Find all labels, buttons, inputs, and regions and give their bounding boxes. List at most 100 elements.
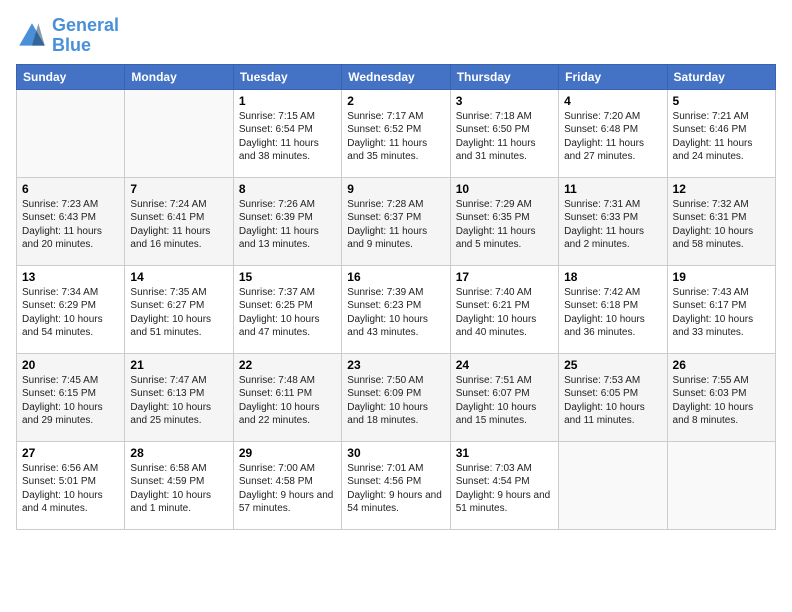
day-number: 12: [673, 182, 770, 196]
calendar-cell: 5 Sunrise: 7:21 AM Sunset: 6:46 PM Dayli…: [667, 89, 775, 177]
day-number: 23: [347, 358, 444, 372]
daylight-text: Daylight: 11 hours and 2 minutes.: [564, 225, 661, 252]
daylight-text: Daylight: 10 hours and 15 minutes.: [456, 401, 553, 428]
cell-content: Sunrise: 7:47 AM Sunset: 6:13 PM Dayligh…: [130, 374, 227, 428]
daylight-text: Daylight: 10 hours and 22 minutes.: [239, 401, 336, 428]
calendar-cell: 9 Sunrise: 7:28 AM Sunset: 6:37 PM Dayli…: [342, 177, 450, 265]
cell-content: Sunrise: 7:00 AM Sunset: 4:58 PM Dayligh…: [239, 462, 336, 516]
daylight-text: Daylight: 11 hours and 27 minutes.: [564, 137, 661, 164]
sunset-text: Sunset: 6:41 PM: [130, 211, 227, 225]
calendar-week-row: 6 Sunrise: 7:23 AM Sunset: 6:43 PM Dayli…: [17, 177, 776, 265]
day-header-friday: Friday: [559, 64, 667, 89]
calendar-cell: 13 Sunrise: 7:34 AM Sunset: 6:29 PM Dayl…: [17, 265, 125, 353]
cell-content: Sunrise: 7:42 AM Sunset: 6:18 PM Dayligh…: [564, 286, 661, 340]
sunrise-text: Sunrise: 7:55 AM: [673, 374, 770, 388]
cell-content: Sunrise: 7:53 AM Sunset: 6:05 PM Dayligh…: [564, 374, 661, 428]
calendar-cell: 12 Sunrise: 7:32 AM Sunset: 6:31 PM Dayl…: [667, 177, 775, 265]
daylight-text: Daylight: 10 hours and 54 minutes.: [22, 313, 119, 340]
cell-content: Sunrise: 6:58 AM Sunset: 4:59 PM Dayligh…: [130, 462, 227, 516]
day-number: 24: [456, 358, 553, 372]
sunset-text: Sunset: 6:15 PM: [22, 387, 119, 401]
calendar-cell: 31 Sunrise: 7:03 AM Sunset: 4:54 PM Dayl…: [450, 441, 558, 529]
cell-content: Sunrise: 7:29 AM Sunset: 6:35 PM Dayligh…: [456, 198, 553, 252]
day-number: 11: [564, 182, 661, 196]
day-number: 13: [22, 270, 119, 284]
calendar-cell: 22 Sunrise: 7:48 AM Sunset: 6:11 PM Dayl…: [233, 353, 341, 441]
cell-content: Sunrise: 7:28 AM Sunset: 6:37 PM Dayligh…: [347, 198, 444, 252]
daylight-text: Daylight: 10 hours and 18 minutes.: [347, 401, 444, 428]
sunset-text: Sunset: 6:07 PM: [456, 387, 553, 401]
calendar-cell: [125, 89, 233, 177]
day-header-tuesday: Tuesday: [233, 64, 341, 89]
cell-content: Sunrise: 7:39 AM Sunset: 6:23 PM Dayligh…: [347, 286, 444, 340]
calendar-week-row: 1 Sunrise: 7:15 AM Sunset: 6:54 PM Dayli…: [17, 89, 776, 177]
sunrise-text: Sunrise: 7:50 AM: [347, 374, 444, 388]
daylight-text: Daylight: 10 hours and 43 minutes.: [347, 313, 444, 340]
calendar-week-row: 27 Sunrise: 6:56 AM Sunset: 5:01 PM Dayl…: [17, 441, 776, 529]
day-number: 27: [22, 446, 119, 460]
daylight-text: Daylight: 10 hours and 8 minutes.: [673, 401, 770, 428]
daylight-text: Daylight: 11 hours and 31 minutes.: [456, 137, 553, 164]
daylight-text: Daylight: 11 hours and 35 minutes.: [347, 137, 444, 164]
calendar-cell: 25 Sunrise: 7:53 AM Sunset: 6:05 PM Dayl…: [559, 353, 667, 441]
day-number: 28: [130, 446, 227, 460]
calendar-cell: 15 Sunrise: 7:37 AM Sunset: 6:25 PM Dayl…: [233, 265, 341, 353]
sunrise-text: Sunrise: 7:35 AM: [130, 286, 227, 300]
logo-icon: [16, 20, 48, 52]
day-number: 30: [347, 446, 444, 460]
day-number: 21: [130, 358, 227, 372]
cell-content: Sunrise: 7:45 AM Sunset: 6:15 PM Dayligh…: [22, 374, 119, 428]
sunset-text: Sunset: 6:50 PM: [456, 123, 553, 137]
calendar-table: SundayMondayTuesdayWednesdayThursdayFrid…: [16, 64, 776, 530]
calendar-cell: 14 Sunrise: 7:35 AM Sunset: 6:27 PM Dayl…: [125, 265, 233, 353]
calendar-cell: 28 Sunrise: 6:58 AM Sunset: 4:59 PM Dayl…: [125, 441, 233, 529]
sunrise-text: Sunrise: 7:43 AM: [673, 286, 770, 300]
calendar-cell: 21 Sunrise: 7:47 AM Sunset: 6:13 PM Dayl…: [125, 353, 233, 441]
sunset-text: Sunset: 6:25 PM: [239, 299, 336, 313]
cell-content: Sunrise: 7:35 AM Sunset: 6:27 PM Dayligh…: [130, 286, 227, 340]
calendar-cell: 3 Sunrise: 7:18 AM Sunset: 6:50 PM Dayli…: [450, 89, 558, 177]
day-number: 15: [239, 270, 336, 284]
calendar-cell: 11 Sunrise: 7:31 AM Sunset: 6:33 PM Dayl…: [559, 177, 667, 265]
calendar-cell: [667, 441, 775, 529]
sunset-text: Sunset: 6:03 PM: [673, 387, 770, 401]
sunrise-text: Sunrise: 7:39 AM: [347, 286, 444, 300]
daylight-text: Daylight: 9 hours and 51 minutes.: [456, 489, 553, 516]
sunset-text: Sunset: 6:13 PM: [130, 387, 227, 401]
daylight-text: Daylight: 10 hours and 4 minutes.: [22, 489, 119, 516]
day-header-sunday: Sunday: [17, 64, 125, 89]
sunset-text: Sunset: 6:35 PM: [456, 211, 553, 225]
sunrise-text: Sunrise: 7:48 AM: [239, 374, 336, 388]
cell-content: Sunrise: 6:56 AM Sunset: 5:01 PM Dayligh…: [22, 462, 119, 516]
day-number: 9: [347, 182, 444, 196]
cell-content: Sunrise: 7:23 AM Sunset: 6:43 PM Dayligh…: [22, 198, 119, 252]
day-header-saturday: Saturday: [667, 64, 775, 89]
sunrise-text: Sunrise: 7:18 AM: [456, 110, 553, 124]
day-number: 2: [347, 94, 444, 108]
cell-content: Sunrise: 7:32 AM Sunset: 6:31 PM Dayligh…: [673, 198, 770, 252]
calendar-cell: 16 Sunrise: 7:39 AM Sunset: 6:23 PM Dayl…: [342, 265, 450, 353]
daylight-text: Daylight: 9 hours and 57 minutes.: [239, 489, 336, 516]
day-number: 7: [130, 182, 227, 196]
sunset-text: Sunset: 6:43 PM: [22, 211, 119, 225]
sunset-text: Sunset: 6:46 PM: [673, 123, 770, 137]
day-number: 29: [239, 446, 336, 460]
day-number: 19: [673, 270, 770, 284]
sunrise-text: Sunrise: 7:00 AM: [239, 462, 336, 476]
cell-content: Sunrise: 7:43 AM Sunset: 6:17 PM Dayligh…: [673, 286, 770, 340]
calendar-cell: 29 Sunrise: 7:00 AM Sunset: 4:58 PM Dayl…: [233, 441, 341, 529]
daylight-text: Daylight: 11 hours and 38 minutes.: [239, 137, 336, 164]
calendar-cell: 10 Sunrise: 7:29 AM Sunset: 6:35 PM Dayl…: [450, 177, 558, 265]
daylight-text: Daylight: 11 hours and 20 minutes.: [22, 225, 119, 252]
sunrise-text: Sunrise: 7:32 AM: [673, 198, 770, 212]
sunset-text: Sunset: 4:56 PM: [347, 475, 444, 489]
sunrise-text: Sunrise: 7:26 AM: [239, 198, 336, 212]
sunrise-text: Sunrise: 7:47 AM: [130, 374, 227, 388]
day-number: 14: [130, 270, 227, 284]
daylight-text: Daylight: 11 hours and 9 minutes.: [347, 225, 444, 252]
day-number: 10: [456, 182, 553, 196]
daylight-text: Daylight: 10 hours and 40 minutes.: [456, 313, 553, 340]
sunset-text: Sunset: 6:23 PM: [347, 299, 444, 313]
sunset-text: Sunset: 4:59 PM: [130, 475, 227, 489]
cell-content: Sunrise: 7:40 AM Sunset: 6:21 PM Dayligh…: [456, 286, 553, 340]
